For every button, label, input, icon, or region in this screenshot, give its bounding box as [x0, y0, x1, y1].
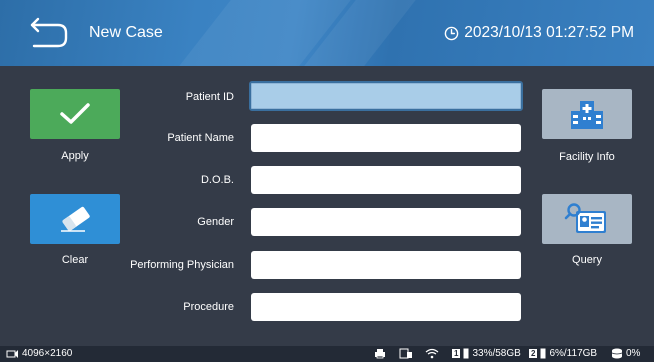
resolution-indicator: 4096×2160 [6, 348, 72, 359]
disk-1-badge: 1 [452, 349, 461, 358]
page-title: New Case [89, 24, 163, 41]
datetime-text: 2023/10/13 01:27:52 PM [464, 24, 634, 41]
facility-info-button[interactable] [542, 89, 632, 139]
facility-info-label: Facility Info [559, 151, 615, 163]
gender-input[interactable] [251, 208, 521, 236]
procedure-input[interactable] [251, 293, 521, 321]
patient-name-input[interactable] [251, 124, 521, 152]
procedure-label: Procedure [183, 301, 234, 313]
wifi-icon [425, 348, 439, 359]
disk-2-badge: 2 [529, 349, 538, 358]
patient-id-input[interactable] [249, 81, 523, 111]
back-button[interactable] [30, 16, 72, 50]
disk-2-icon [540, 348, 546, 359]
video-input-icon [6, 350, 18, 358]
usb-device-icon [399, 348, 412, 359]
clear-label: Clear [61, 254, 89, 266]
clear-button[interactable] [30, 194, 120, 244]
printer-status [374, 348, 386, 359]
performing-physician-label: Performing Physician [130, 259, 234, 271]
back-arrow-icon [30, 17, 68, 48]
disk-1-usage: 33%/58GB [472, 348, 521, 359]
storage-usage: 0% [626, 348, 641, 359]
header-bar: New Case 2023/10/13 01:27:52 PM [0, 0, 654, 66]
id-card-search-icon [564, 203, 606, 233]
gender-label: Gender [197, 216, 234, 228]
apply-button[interactable] [30, 89, 120, 139]
eraser-icon [61, 206, 90, 232]
disk-2-usage: 6%/117GB [549, 348, 598, 359]
database-icon [611, 348, 623, 359]
patient-id-label: Patient ID [185, 91, 234, 103]
patient-name-label: Patient Name [167, 132, 234, 144]
checkmark-icon [60, 103, 90, 124]
dob-input[interactable] [251, 166, 521, 194]
hospital-icon [571, 101, 603, 129]
datetime-display: 2023/10/13 01:27:52 PM [444, 24, 634, 42]
apply-label: Apply [61, 150, 89, 162]
query-button[interactable] [542, 194, 632, 244]
query-label: Query [572, 254, 602, 266]
storage-status: 0% [611, 348, 640, 359]
usb-device-status [399, 348, 413, 359]
disk-1-status: 1 33%/58GB [452, 348, 521, 359]
performing-physician-input[interactable] [251, 251, 521, 279]
clock-icon [444, 26, 459, 40]
printer-icon [375, 349, 385, 359]
dob-label: D.O.B. [200, 174, 234, 186]
disk-2-status: 2 6%/117GB [529, 348, 597, 359]
resolution-text: 4096×2160 [22, 348, 73, 359]
wifi-status [425, 348, 439, 359]
status-bar: 4096×2160 1 33%/58GB 2 6%/117GB 0% [0, 346, 654, 362]
disk-1-icon [463, 348, 469, 359]
